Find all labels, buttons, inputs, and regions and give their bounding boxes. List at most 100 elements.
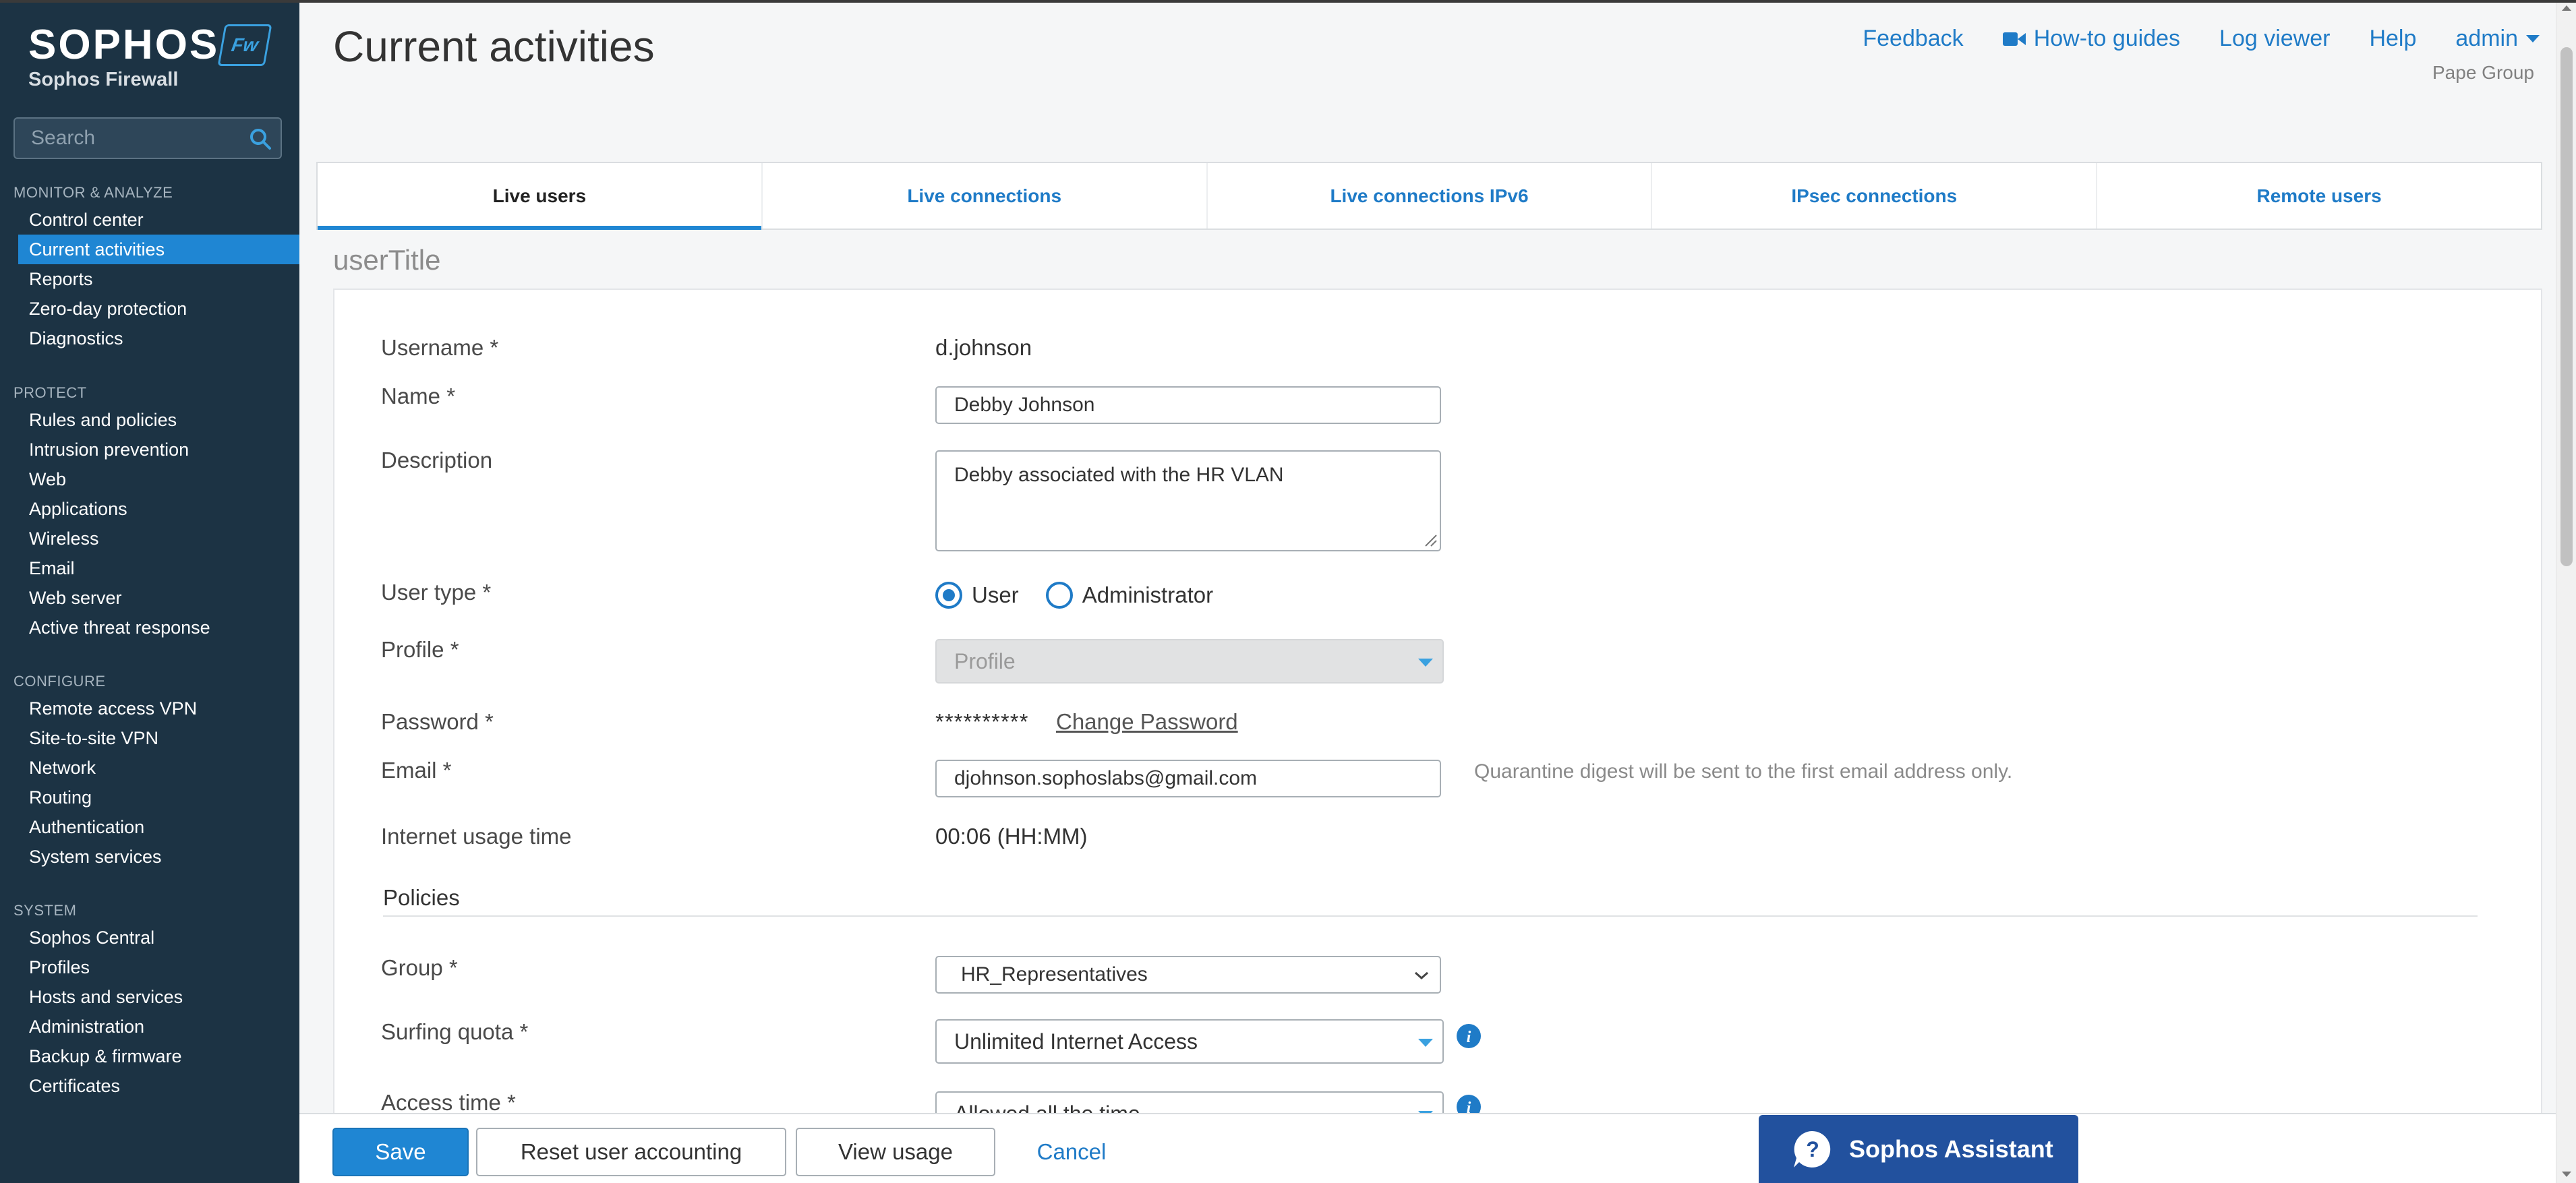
nav-item-network[interactable]: Network [0, 753, 299, 783]
change-password-link[interactable]: Change Password [1056, 709, 1238, 735]
profile-select-value: Profile [954, 648, 1016, 673]
form-title: userTitle [333, 244, 441, 276]
organization-name: Pape Group [2432, 62, 2534, 83]
scroll-down-arrow-icon[interactable] [2562, 1172, 2571, 1177]
svg-text:?: ? [1806, 1137, 1819, 1161]
feedback-link[interactable]: Feedback [1863, 26, 1963, 52]
username-value: d.johnson [935, 335, 1032, 360]
info-icon[interactable]: i [1456, 1023, 1482, 1049]
nav-item-remote-access-vpn[interactable]: Remote access VPN [0, 694, 299, 723]
svg-text:i: i [1467, 1029, 1471, 1046]
nav-heading: CONFIGURE [13, 673, 106, 690]
profile-select: Profile [935, 639, 1444, 684]
nav-item-profiles[interactable]: Profiles [0, 952, 299, 982]
nav-heading: MONITOR & ANALYZE [13, 184, 173, 201]
sophos-assistant-label: Sophos Assistant [1849, 1134, 2053, 1163]
search-icon[interactable] [248, 127, 272, 151]
surfing-quota-select[interactable]: Unlimited Internet Access [935, 1019, 1444, 1064]
group-select[interactable]: HR_Representatives [935, 956, 1441, 994]
video-camera-icon [2002, 32, 2026, 46]
password-masked-value: ********** [935, 709, 1029, 734]
user-type-administrator-radio[interactable] [1045, 582, 1073, 609]
nav-item-reports[interactable]: Reports [0, 264, 299, 294]
sophos-assistant-button[interactable]: ? Sophos Assistant [1759, 1115, 2078, 1183]
nav-item-diagnostics[interactable]: Diagnostics [0, 324, 299, 353]
policies-heading: Policies [383, 885, 460, 910]
nav-heading: PROTECT [13, 384, 87, 401]
internet-usage-label: Internet usage time [381, 824, 572, 849]
nav-item-zero-day-protection[interactable]: Zero-day protection [0, 294, 299, 324]
nav-item-system-services[interactable]: System services [0, 842, 299, 872]
save-button[interactable]: Save [332, 1128, 469, 1176]
window-top-border [0, 0, 2576, 3]
group-label: Group * [381, 955, 458, 980]
scroll-up-arrow-icon[interactable] [2562, 5, 2571, 11]
nav-item-backup-firmware[interactable]: Backup & firmware [0, 1041, 299, 1071]
page-scrollbar[interactable] [2556, 0, 2576, 1183]
nav-item-administration[interactable]: Administration [0, 1012, 299, 1041]
view-usage-button[interactable]: View usage [796, 1128, 995, 1176]
nav-item-web-server[interactable]: Web server [0, 583, 299, 613]
nav-item-current-activities[interactable]: Current activities [18, 235, 299, 264]
sidebar: SOPHOS Sophos Firewall Fw MONITOR & ANAL… [0, 0, 299, 1183]
nav-item-routing[interactable]: Routing [0, 783, 299, 812]
user-type-administrator-label: Administrator [1082, 582, 1214, 607]
page-title: Current activities [333, 22, 655, 71]
nav-item-certificates[interactable]: Certificates [0, 1071, 299, 1101]
chevron-down-icon [1418, 1039, 1433, 1047]
access-time-label: Access time * [381, 1090, 516, 1115]
nav-item-site-to-site-vpn[interactable]: Site-to-site VPN [0, 723, 299, 753]
log-viewer-link[interactable]: Log viewer [2219, 26, 2330, 52]
surfing-quota-label: Surfing quota * [381, 1019, 529, 1044]
name-field[interactable] [935, 386, 1441, 424]
nav-item-hosts-and-services[interactable]: Hosts and services [0, 982, 299, 1012]
nav-item-email[interactable]: Email [0, 553, 299, 583]
nav-item-intrusion-prevention[interactable]: Intrusion prevention [0, 435, 299, 464]
cancel-button[interactable]: Cancel [1021, 1128, 1122, 1176]
description-label: Description [381, 448, 493, 473]
nav-item-web[interactable]: Web [0, 464, 299, 494]
search-box [13, 117, 282, 159]
tab-live-connections[interactable]: Live connections [761, 163, 1206, 229]
brand-product-name: Sophos Firewall [28, 69, 179, 90]
email-hint-text: Quarantine digest will be sent to the fi… [1474, 760, 2013, 783]
tab-live-connections-ipv6[interactable]: Live connections IPv6 [1206, 163, 1651, 229]
nav-item-sophos-central[interactable]: Sophos Central [0, 923, 299, 952]
nav-item-active-threat-response[interactable]: Active threat response [0, 613, 299, 642]
password-label: Password * [381, 709, 494, 734]
tab-live-users[interactable]: Live users [318, 163, 761, 230]
nav-item-applications[interactable]: Applications [0, 494, 299, 524]
nav-item-rules-and-policies[interactable]: Rules and policies [0, 405, 299, 435]
brand-logo-text: SOPHOS [28, 22, 220, 68]
email-field[interactable] [935, 760, 1441, 797]
firewall-badge-icon: Fw [217, 24, 272, 66]
help-link[interactable]: Help [2369, 26, 2416, 52]
search-input[interactable] [31, 119, 247, 158]
admin-label: admin [2455, 26, 2518, 51]
nav-section-configure: CONFIGURE Remote access VPN Site-to-site… [0, 669, 299, 872]
help-chat-icon: ? [1794, 1130, 1831, 1167]
nav-item-control-center[interactable]: Control center [0, 205, 299, 235]
how-to-guides-link[interactable]: How-to guides [2002, 26, 2180, 52]
reset-user-accounting-button[interactable]: Reset user accounting [476, 1128, 786, 1176]
brand: SOPHOS Sophos Firewall [28, 24, 219, 91]
radio-selected-dot [943, 589, 955, 601]
username-label: Username * [381, 335, 499, 360]
tab-bar: Live users Live connections Live connect… [316, 162, 2542, 230]
resize-grip-icon[interactable] [1423, 533, 1438, 547]
admin-menu[interactable]: admin [2455, 26, 2540, 52]
tab-ipsec-connections[interactable]: IPsec connections [1651, 163, 2096, 229]
scroll-thumb[interactable] [2560, 47, 2573, 566]
nav-section-system: SYSTEM Sophos Central Profiles Hosts and… [0, 899, 299, 1101]
user-type-user-radio[interactable] [935, 582, 962, 609]
tab-remote-users[interactable]: Remote users [2096, 163, 2541, 229]
policies-divider [383, 915, 2478, 917]
internet-usage-value: 00:06 (HH:MM) [935, 824, 1088, 849]
nav-item-wireless[interactable]: Wireless [0, 524, 299, 553]
nav-item-authentication[interactable]: Authentication [0, 812, 299, 842]
description-field[interactable]: Debby associated with the HR VLAN [935, 450, 1441, 551]
user-type-user-label: User [972, 582, 1019, 607]
nav-section-protect: PROTECT Rules and policies Intrusion pre… [0, 381, 299, 642]
header-links: Feedback How-to guides Log viewer Help a… [1863, 26, 2540, 52]
chevron-down-icon [1418, 659, 1433, 667]
